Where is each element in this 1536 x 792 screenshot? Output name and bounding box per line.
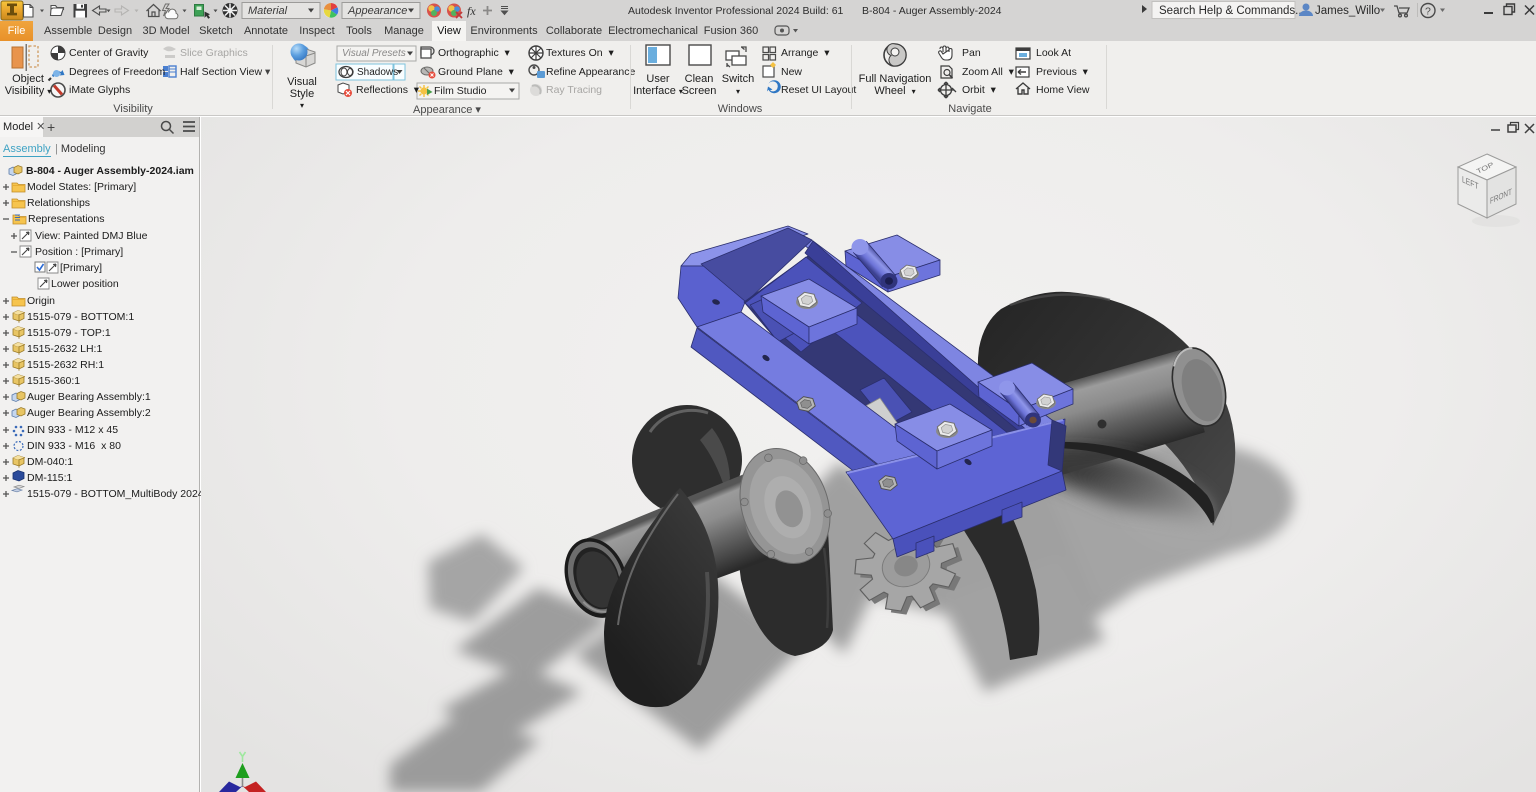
svg-text:Material: Material <box>248 5 288 17</box>
svg-text:James_Willo: James_Willo <box>1315 5 1380 17</box>
svg-text:Appearance: Appearance <box>347 5 407 17</box>
svg-text:?: ? <box>1425 6 1431 18</box>
svg-text:fx: fx <box>467 4 476 18</box>
svg-text:Search Help & Commands...: Search Help & Commands... <box>1159 5 1305 17</box>
